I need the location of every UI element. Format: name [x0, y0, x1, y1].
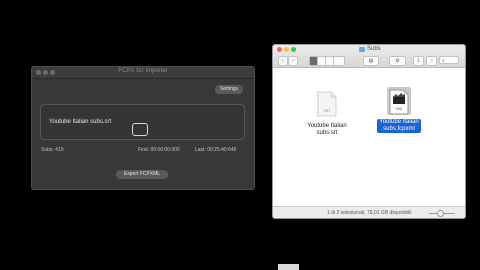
gallery-view-icon[interactable] [334, 57, 342, 65]
window-title: FCPX Srt Importer [118, 68, 168, 74]
finder-title: Subs [367, 46, 381, 52]
selection-highlight: XML [387, 87, 411, 115]
close-icon[interactable] [277, 47, 282, 52]
finder-window: Subs ‹ › ▤ ⚙ ⇧ ○ ⌕ SRT Youtube Italian s… [272, 44, 466, 219]
zoom-icon[interactable] [291, 47, 296, 52]
file-drop-area[interactable]: Youtube Italian subs.srt [40, 104, 245, 140]
back-button[interactable]: ‹ [278, 56, 288, 66]
gear-icon: ⚙ [395, 58, 400, 64]
tag-icon: ○ [429, 58, 434, 64]
settings-button[interactable]: Settings [215, 85, 243, 94]
drop-file-name: Youtube Italian subs.srt [49, 119, 112, 125]
status-bar: 1 di 2 selezionati, 79,01 GB disponibili [273, 206, 465, 218]
subs-count: Subs: 419 [41, 147, 64, 153]
share-icon: ⇧ [416, 58, 421, 64]
svg-text:XML: XML [395, 107, 402, 111]
file-name: Youtube Italian subs.fcpxml [377, 119, 421, 133]
list-view-icon[interactable] [318, 57, 326, 65]
arrange-button[interactable]: ▤ [363, 56, 379, 66]
file-name: Youtube Italian subs.srt [307, 123, 347, 136]
first-timecode: First: 00:00:00:000 [138, 147, 180, 153]
action-button[interactable]: ⚙ [389, 56, 406, 66]
minimize-icon[interactable] [284, 47, 289, 52]
slider-knob[interactable] [437, 210, 444, 217]
dock-thumbnail [278, 264, 299, 270]
folder-icon [359, 47, 365, 52]
last-timecode: Last: 00:25:40:646 [195, 147, 237, 153]
export-fcpxml-button[interactable]: Export FCPXML [116, 170, 168, 179]
importer-titlebar: FCPX Srt Importer [32, 67, 254, 79]
view-switcher[interactable] [309, 56, 345, 66]
arrange-icon: ▤ [368, 58, 374, 64]
svg-text:SRT: SRT [324, 109, 332, 113]
back-icon: ‹ [282, 58, 284, 64]
file-item-selected[interactable]: XML Youtube Italian subs.fcpxml [377, 87, 421, 133]
fcpxml-file-icon: XML [389, 89, 409, 115]
icon-view-icon[interactable] [310, 57, 318, 65]
search-icon: ⌕ [442, 58, 445, 64]
column-view-icon[interactable] [326, 57, 334, 65]
importer-window: FCPX Srt Importer Settings Youtube Itali… [31, 66, 255, 190]
forward-button[interactable]: › [288, 56, 298, 66]
checkbox-icon[interactable] [132, 123, 148, 136]
tag-button[interactable]: ○ [426, 56, 437, 66]
finder-titlebar: Subs ‹ › ▤ ⚙ ⇧ ○ ⌕ [273, 45, 465, 68]
share-button[interactable]: ⇧ [413, 56, 424, 66]
search-input[interactable]: ⌕ [439, 56, 459, 64]
srt-file-icon: SRT [317, 91, 337, 117]
file-item[interactable]: SRT Youtube Italian subs.srt [299, 91, 355, 137]
forward-icon: › [292, 58, 294, 64]
status-text: 1 di 2 selezionati, 79,01 GB disponibili [327, 210, 412, 216]
